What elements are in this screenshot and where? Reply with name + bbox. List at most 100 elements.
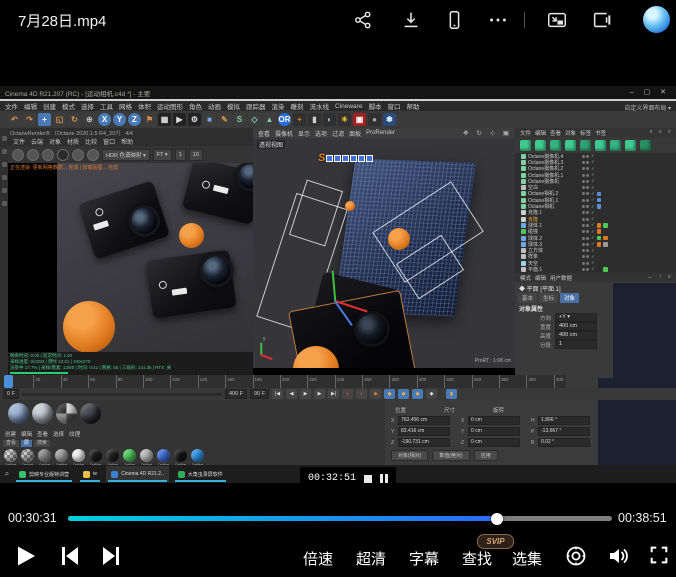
speed-button[interactable]: 倍速	[303, 548, 333, 569]
c4d-menu-item: 文件	[5, 101, 18, 111]
timeline-tick: 100	[143, 375, 170, 388]
visibility-dots	[582, 161, 589, 164]
visibility-dots	[582, 155, 589, 158]
visibility-dots	[582, 255, 589, 258]
more-icon[interactable]	[487, 9, 509, 31]
timeline-tick: 320	[444, 375, 471, 388]
material-tag-chip	[603, 267, 608, 272]
download-icon[interactable]	[400, 9, 422, 31]
octane-tool-icon	[27, 149, 39, 161]
field-2: 10	[189, 149, 203, 161]
subtitles-button[interactable]: 字幕	[409, 548, 439, 569]
find-button[interactable]: 查找	[462, 548, 492, 569]
episodes-button[interactable]: 选集	[512, 548, 542, 569]
material-tag-chip	[603, 154, 608, 159]
material-tag-chip	[597, 204, 602, 209]
material-tag-chip	[597, 198, 602, 203]
user-avatar[interactable]	[643, 6, 670, 33]
render-sphere-large	[63, 301, 115, 352]
visibility-dots	[582, 180, 589, 183]
keyframe-button: ◆	[370, 389, 381, 399]
enabled-check-icon: ✓	[591, 172, 595, 178]
viewport-label: 透视视图	[257, 140, 285, 149]
settings-icon[interactable]	[564, 544, 588, 568]
autokey-button: ●	[356, 389, 367, 399]
quality-button[interactable]: 超清	[356, 548, 386, 569]
share-icon[interactable]	[352, 9, 374, 31]
sidebar-icon[interactable]	[591, 9, 613, 31]
material-tag-chip	[597, 160, 602, 165]
c4d-menu-item: 工具	[100, 101, 113, 111]
pip-icon[interactable]	[546, 9, 568, 31]
render-progress-bar	[10, 372, 68, 374]
next-icon[interactable]	[101, 544, 121, 568]
timeline-tick: 380	[526, 375, 553, 388]
attribute-tab: 对象	[560, 293, 579, 303]
taskbar-underline	[175, 480, 226, 482]
om-create-icon	[640, 140, 651, 151]
object-type-icon	[521, 191, 526, 196]
octane-render-area: 正在渲染: 更新网格数据... 完成 | 加载贴图... 完成	[8, 163, 253, 352]
timeline-tick: 280	[389, 375, 416, 388]
am-menu-item: 用户数据	[550, 274, 572, 282]
c4d-tool-icon: Z	[128, 113, 141, 126]
c4d-tool-icon: ▦	[158, 113, 171, 126]
material-tag-chip	[603, 255, 608, 260]
object-type-icon	[521, 223, 526, 228]
object-type-icon	[521, 154, 526, 159]
player-controls: 倍速 超清 字幕 查找 SVIP 选集	[0, 536, 676, 577]
taskbar-search-icon: ⌕	[0, 469, 14, 479]
c4d-window-buttons: – ▢ ✕	[630, 88, 670, 96]
octane-menu-item: 文件	[13, 137, 25, 146]
object-type-icon	[521, 185, 526, 190]
progress-bar[interactable]	[68, 516, 612, 521]
previous-icon[interactable]	[60, 544, 80, 568]
coord-column-header: 尺寸	[444, 406, 455, 414]
material-tag-chip	[597, 217, 602, 222]
render-camera-2	[182, 163, 253, 225]
c4d-menu-item: 编辑	[24, 101, 37, 111]
progress-thumb[interactable]	[491, 513, 503, 525]
attribute-tab: 坐标	[539, 293, 558, 303]
timeline-tick: 400	[554, 375, 581, 388]
viewport-sphere-medium	[388, 228, 410, 250]
video-frame[interactable]: Cinema 4D R21.207 (RC) - [运动相机.c4d *] - …	[0, 40, 676, 500]
range-end-field: 400 F	[225, 389, 247, 399]
om-create-icon	[610, 140, 621, 151]
visibility-dots	[582, 262, 589, 265]
volume-icon[interactable]	[606, 544, 630, 568]
c4d-menu-bar: 文件编辑创建模式选择工具网格体积运动图形角色动画模拟跟踪器渲染雕刻流水线Cine…	[0, 101, 676, 111]
visibility-dots	[582, 174, 589, 177]
c4d-tool-icon: OR	[278, 113, 291, 126]
material-preview-sphere	[56, 403, 77, 424]
viewport-menu-item: 选项	[315, 129, 327, 138]
c4d-tool-icon: ✽	[383, 113, 396, 126]
material-tag-chip	[597, 173, 602, 178]
octane-stats: 剩余时间: 0:00 | 延迟时间: 1:50采样进度: 0/2293 | 用时…	[8, 352, 253, 376]
object-type-icon	[521, 261, 526, 266]
c4d-tool-icon: ↻	[68, 113, 81, 126]
object-row: 平面.1 ✓	[515, 266, 676, 272]
play-icon[interactable]	[15, 544, 37, 568]
viewport-menu-item: 面板	[349, 129, 361, 138]
material-tag-chip	[603, 229, 608, 234]
record-button: ●	[342, 389, 353, 399]
c4d-menu-item: 流水线	[310, 101, 330, 111]
fullscreen-icon[interactable]	[648, 544, 670, 566]
material-tag-chip	[597, 255, 602, 260]
timeline-tick: 160	[225, 375, 252, 388]
c4d-tool-icon: ⊕	[83, 113, 96, 126]
object-type-icon	[521, 242, 526, 247]
timeline-ruler: 0204060801001201401601802002202402602803…	[0, 375, 566, 388]
attribute-section-title: 对象属性	[519, 304, 543, 313]
video-player-window: 7月28日.mp4	[0, 0, 676, 577]
viewport-menu-item: ProRender	[366, 130, 395, 136]
c4d-tool-icon: ⚙	[188, 113, 201, 126]
taskbar-app-button: Cinema 4D R21.2..	[106, 466, 169, 482]
material-tag-chip	[603, 166, 608, 171]
phone-icon[interactable]	[443, 9, 465, 31]
material-tag-chip	[603, 211, 608, 216]
app-icon	[178, 471, 185, 478]
attribute-tab: 基本	[518, 293, 537, 303]
material-tag-chip	[597, 166, 602, 171]
